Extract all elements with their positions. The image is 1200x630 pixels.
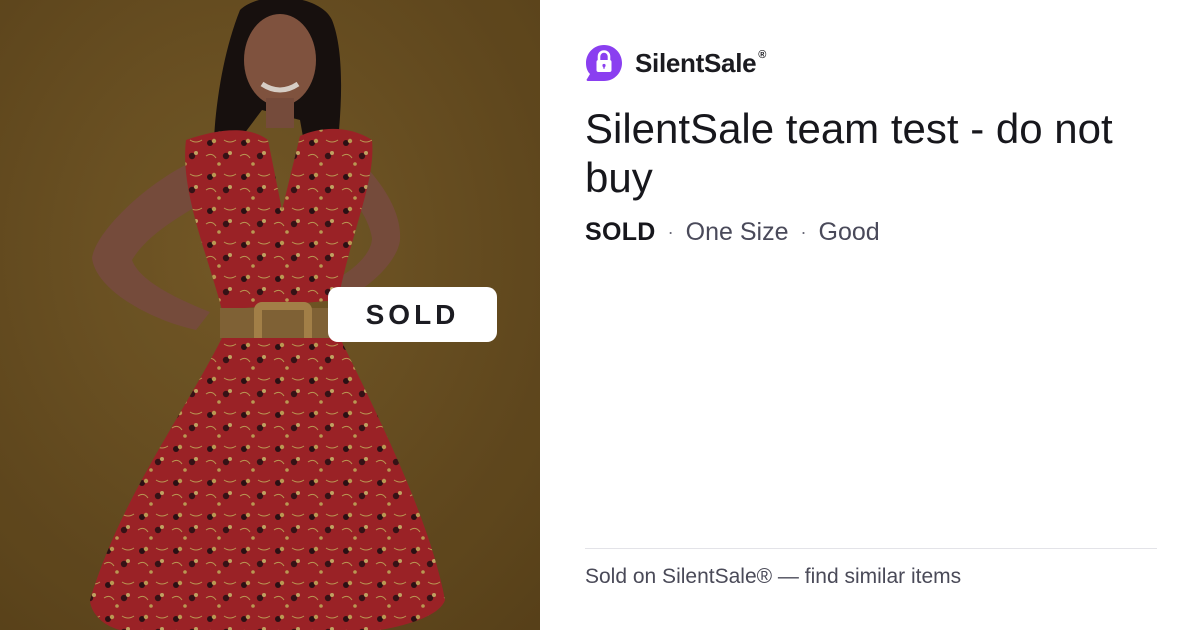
listing-meta: SOLD · One Size · Good bbox=[585, 215, 880, 249]
sold-overlay-badge: SOLD bbox=[328, 287, 497, 342]
brand-name: SilentSale bbox=[635, 47, 757, 78]
padlock-chat-bubble-icon bbox=[586, 45, 622, 81]
size-label: One Size bbox=[685, 217, 789, 246]
meta-separator: · bbox=[667, 221, 674, 242]
footer-divider bbox=[585, 548, 1157, 549]
registered-mark: ® bbox=[758, 49, 767, 61]
find-similar-link[interactable]: Sold on SilentSale® — find similar items bbox=[585, 565, 961, 589]
listing-info-panel: SilentSale ® SilentSale team test - do n… bbox=[540, 0, 1200, 630]
meta-separator: · bbox=[800, 221, 807, 242]
brand-header[interactable]: SilentSale ® bbox=[585, 44, 766, 82]
listing-title: SilentSale team test - do not buy bbox=[585, 105, 1113, 201]
condition-label: Good bbox=[818, 217, 880, 246]
status-label: SOLD bbox=[585, 217, 656, 246]
product-photo: SOLD bbox=[0, 0, 540, 630]
